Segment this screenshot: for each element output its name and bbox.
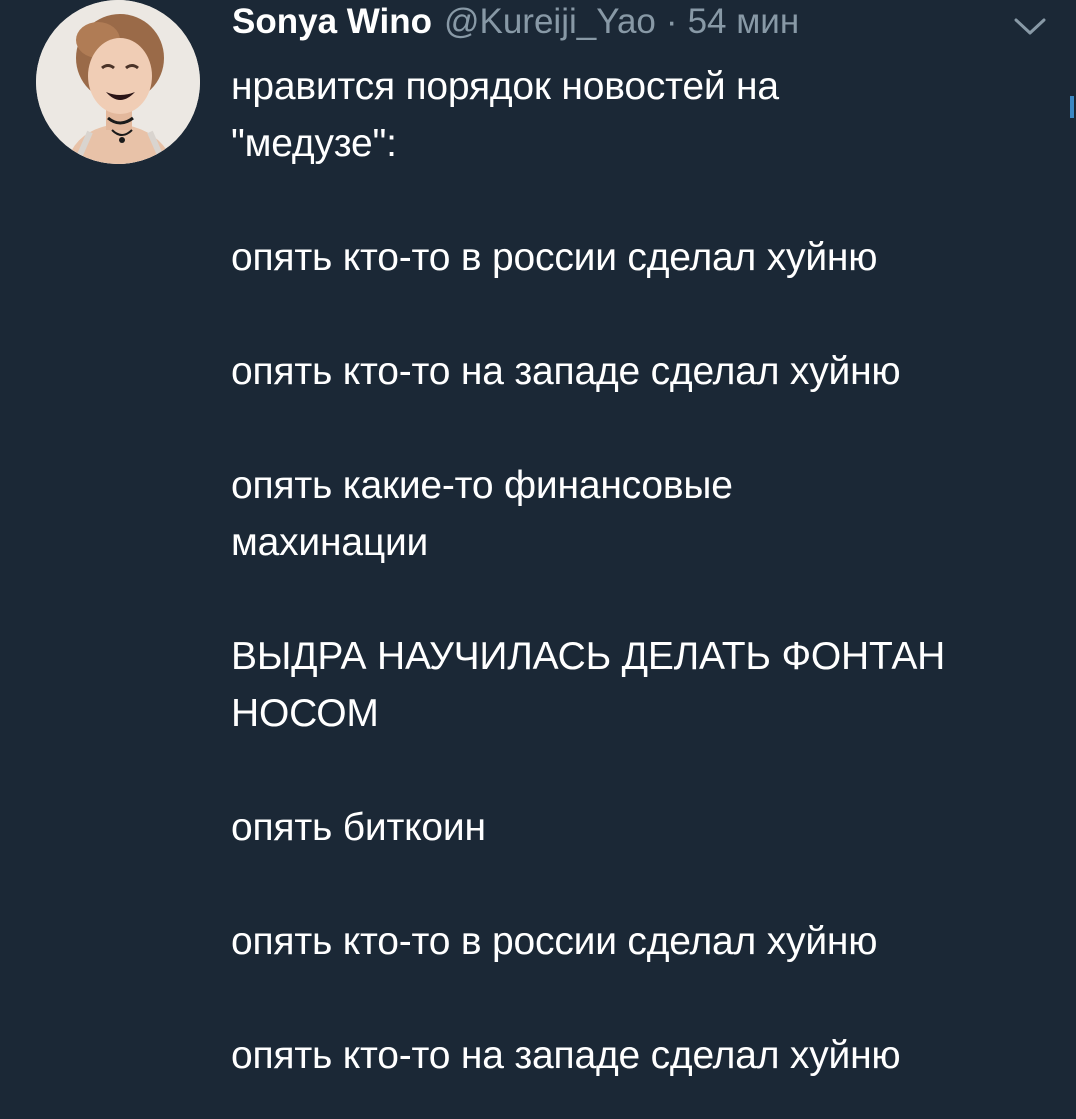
tweet-timestamp[interactable]: 54 мин [688,2,800,42]
tweet-header: Sonya Wino @Kureiji_Yao · 54 мин [232,2,799,42]
tweet-paragraph: опять кто-то на западе сделал хуйню [231,1034,901,1077]
chevron-down-icon[interactable] [1010,12,1050,40]
header-separator: · [665,2,678,41]
tweet[interactable]: Sonya Wino @Kureiji_Yao · 54 мин нравитс… [0,0,1076,1119]
avatar-photo [36,0,200,164]
tweet-text: нравится порядок новостей на "медузе": о… [231,58,1051,1084]
tweet-paragraph: нравится порядок новостей на "медузе": [231,65,779,165]
scrollbar[interactable] [1070,96,1074,118]
tweet-paragraph: опять кто-то в россии сделал хуйню [231,236,878,279]
author-handle[interactable]: @Kureiji_Yao [444,2,656,42]
tweet-paragraph: ВЫДРА НАУЧИЛАСЬ ДЕЛАТЬ ФОНТАН НОСОМ [231,635,946,735]
avatar[interactable] [36,0,200,164]
tweet-paragraph: опять кто-то на западе сделал хуйню [231,350,901,393]
tweet-paragraph: опять какие-то финансовые махинации [231,464,733,564]
author-display-name[interactable]: Sonya Wino [232,2,432,42]
tweet-paragraph: опять кто-то в россии сделал хуйню [231,920,878,963]
tweet-paragraph: опять биткоин [231,806,486,849]
